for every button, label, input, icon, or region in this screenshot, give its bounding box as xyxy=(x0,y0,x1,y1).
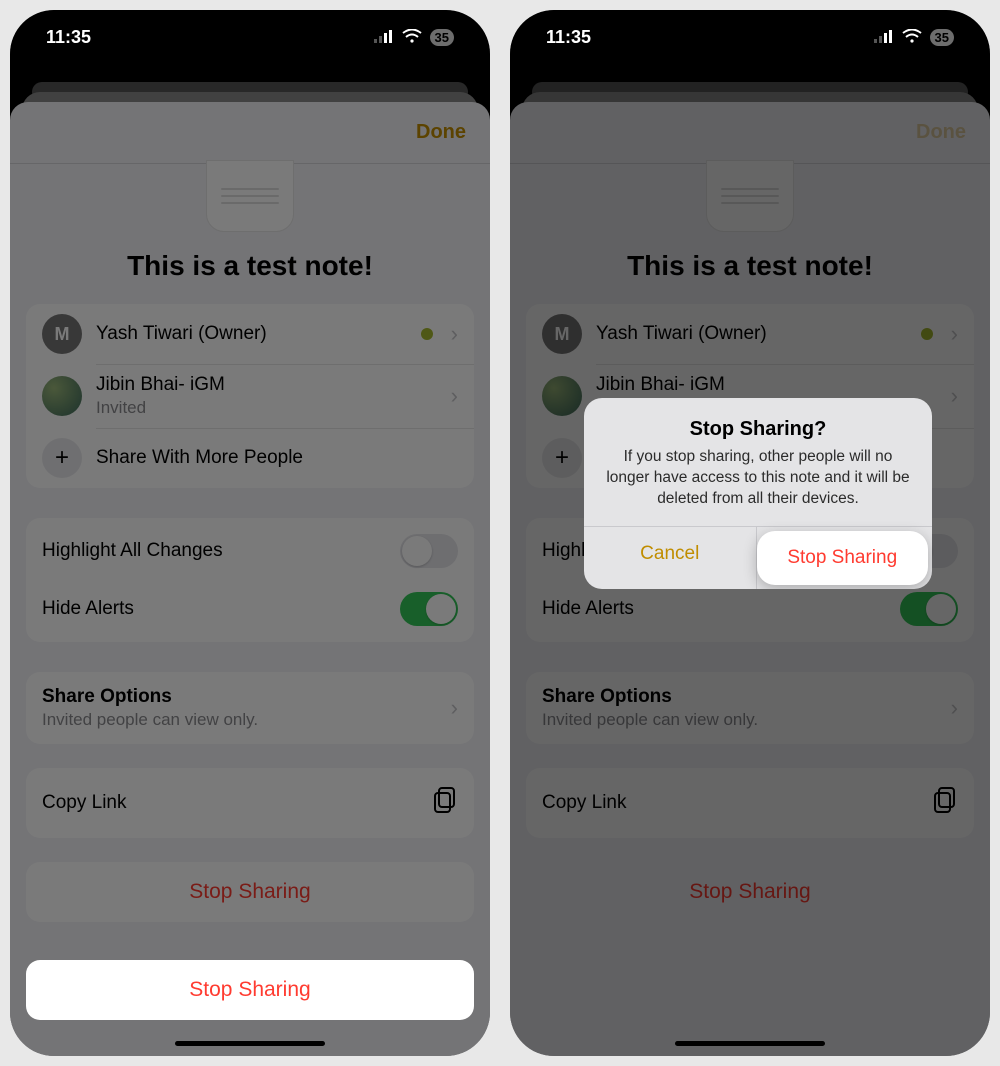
chevron-right-icon: › xyxy=(951,321,958,347)
highlight-changes-toggle[interactable] xyxy=(400,534,458,568)
owner-avatar: M xyxy=(42,314,82,354)
share-options-title: Share Options xyxy=(542,686,951,708)
stop-sharing-button-highlight[interactable]: Stop Sharing xyxy=(26,960,474,1020)
plus-icon: + xyxy=(542,438,582,478)
share-options-sub: Invited people can view only. xyxy=(542,710,951,730)
wifi-icon xyxy=(902,27,922,48)
hide-alerts-row: Hide Alerts xyxy=(26,580,474,638)
copy-icon xyxy=(932,786,958,820)
plus-icon: + xyxy=(42,438,82,478)
wifi-icon xyxy=(402,27,422,48)
hide-alerts-toggle[interactable] xyxy=(400,592,458,626)
invitee-avatar xyxy=(542,376,582,416)
share-sheet: Done This is a test note! M Yash Tiwari … xyxy=(10,102,490,1056)
stop-sharing-button[interactable]: Stop Sharing xyxy=(526,862,974,922)
chevron-right-icon: › xyxy=(451,695,458,721)
share-options-row[interactable]: Share Options Invited people can view on… xyxy=(526,672,974,744)
owner-avatar: M xyxy=(542,314,582,354)
share-options-row[interactable]: Share Options Invited people can view on… xyxy=(26,672,474,744)
home-indicator xyxy=(175,1041,325,1046)
invitee-row[interactable]: Jibin Bhai- iGM Invited › xyxy=(26,364,474,428)
note-icon xyxy=(706,160,794,232)
signal-icon xyxy=(374,27,394,48)
stop-sharing-button[interactable]: Stop Sharing xyxy=(26,862,474,922)
owner-row[interactable]: M Yash Tiwari (Owner) › xyxy=(526,304,974,364)
copy-icon xyxy=(432,786,458,820)
share-more-row[interactable]: + Share With More People xyxy=(26,428,474,488)
signal-icon xyxy=(874,27,894,48)
battery-icon: 35 xyxy=(430,29,454,46)
invitee-name: Jibin Bhai- iGM xyxy=(96,374,225,395)
page-title: This is a test note! xyxy=(510,250,990,282)
done-button[interactable]: Done xyxy=(916,121,966,144)
chevron-right-icon: › xyxy=(451,321,458,347)
invitee-avatar xyxy=(42,376,82,416)
owner-name: Yash Tiwari (Owner) xyxy=(596,323,907,345)
invitee-status: Invited xyxy=(96,398,437,418)
chevron-right-icon: › xyxy=(951,695,958,721)
alert-confirm-button[interactable]: Stop Sharing xyxy=(757,531,929,585)
invitee-name: Jibin Bhai- iGM xyxy=(596,374,725,395)
status-bar: 11:35 35 xyxy=(10,10,490,64)
presence-dot-icon xyxy=(921,328,933,340)
status-time: 11:35 xyxy=(546,27,591,48)
alert-message: If you stop sharing, other people will n… xyxy=(604,447,912,510)
hide-alerts-label: Hide Alerts xyxy=(42,598,134,620)
phone-left: 11:35 35 Done This is a test note! M Yas… xyxy=(10,10,490,1056)
hide-alerts-toggle[interactable] xyxy=(900,592,958,626)
presence-dot-icon xyxy=(421,328,433,340)
alert-title: Stop Sharing? xyxy=(602,418,914,441)
copy-link-row[interactable]: Copy Link xyxy=(526,768,974,838)
stop-sharing-alert: Stop Sharing? If you stop sharing, other… xyxy=(584,398,932,589)
highlight-changes-row: Highlight All Changes xyxy=(26,522,474,580)
status-time: 11:35 xyxy=(46,27,91,48)
alert-cancel-button[interactable]: Cancel xyxy=(584,527,757,589)
copy-link-label: Copy Link xyxy=(542,792,627,814)
owner-name: Yash Tiwari (Owner) xyxy=(96,323,407,345)
owner-row[interactable]: M Yash Tiwari (Owner) › xyxy=(26,304,474,364)
status-bar: 11:35 35 xyxy=(510,10,990,64)
note-icon xyxy=(206,160,294,232)
chevron-right-icon: › xyxy=(951,383,958,409)
people-card: M Yash Tiwari (Owner) › Jibin Bhai- iGM … xyxy=(26,304,474,488)
chevron-right-icon: › xyxy=(451,383,458,409)
share-options-title: Share Options xyxy=(42,686,451,708)
home-indicator xyxy=(675,1041,825,1046)
share-more-label: Share With More People xyxy=(96,447,458,469)
phone-right: 11:35 35 Done This is a test note! M Yas… xyxy=(510,10,990,1056)
highlight-changes-label: Highlight All Changes xyxy=(42,540,223,562)
hide-alerts-label: Hide Alerts xyxy=(542,598,634,620)
copy-link-row[interactable]: Copy Link xyxy=(26,768,474,838)
share-options-sub: Invited people can view only. xyxy=(42,710,451,730)
battery-icon: 35 xyxy=(930,29,954,46)
done-button[interactable]: Done xyxy=(416,121,466,144)
sheet-header: Done xyxy=(10,102,490,164)
page-title: This is a test note! xyxy=(10,250,490,282)
copy-link-label: Copy Link xyxy=(42,792,127,814)
